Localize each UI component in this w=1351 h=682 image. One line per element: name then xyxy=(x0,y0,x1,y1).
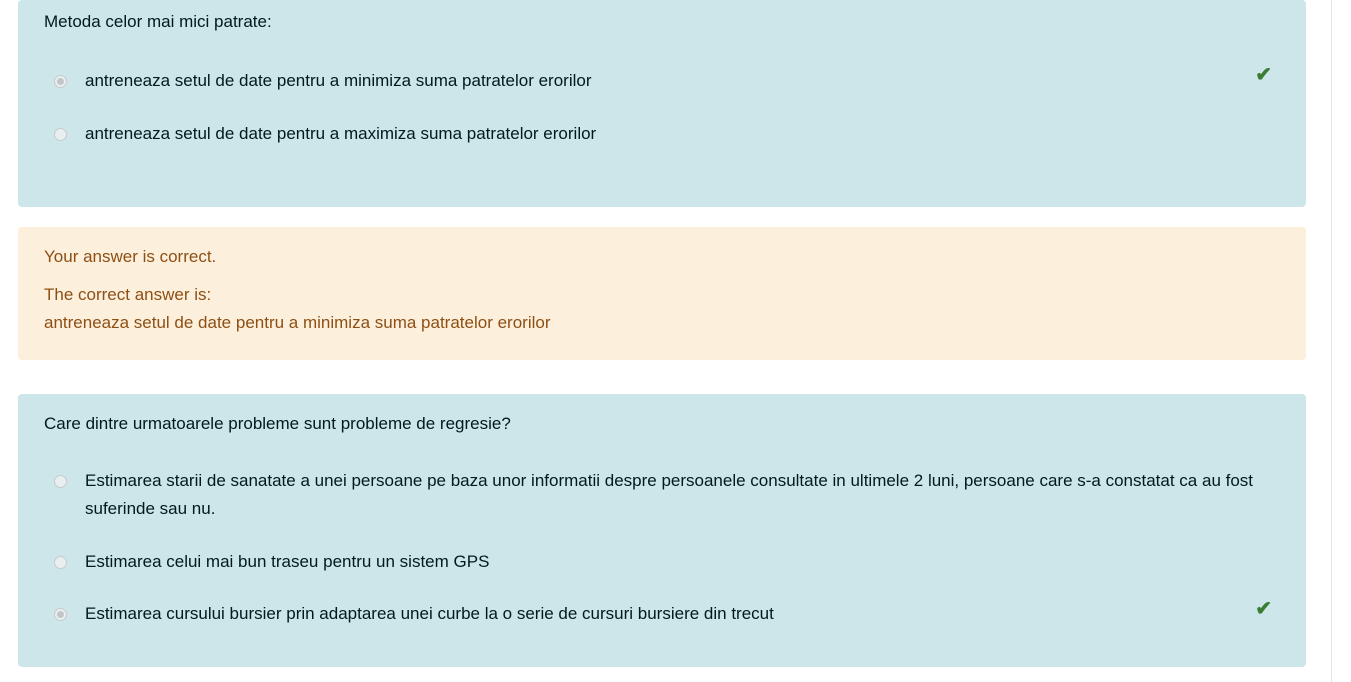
option-label: Estimarea celui mai bun traseu pentru un… xyxy=(85,552,490,571)
option-label: antreneaza setul de date pentru a maximi… xyxy=(85,124,597,143)
radio-button[interactable] xyxy=(54,75,67,88)
check-icon: ✔ xyxy=(1255,598,1272,620)
check-icon: ✔ xyxy=(1255,64,1272,86)
option-label: antreneaza setul de date pentru a minimi… xyxy=(85,71,592,90)
option[interactable]: Estimarea cursului bursier prin adaptare… xyxy=(54,604,1276,628)
question-text: Metoda celor mai mici patrate: xyxy=(44,12,272,31)
option-label: Estimarea starii de sanatate a unei pers… xyxy=(85,471,1254,518)
question-text: Care dintre urmatoarele probleme sunt pr… xyxy=(44,414,511,433)
radio-button[interactable] xyxy=(54,475,67,488)
radio-button[interactable] xyxy=(54,556,67,569)
option[interactable]: Estimarea celui mai bun traseu pentru un… xyxy=(54,552,1276,576)
scrollbar-track xyxy=(1331,0,1332,682)
radio-button[interactable] xyxy=(54,608,67,621)
radio-button[interactable] xyxy=(54,128,67,141)
option[interactable]: Estimarea starii de sanatate a unei pers… xyxy=(54,471,1276,523)
option-label: Estimarea cursului bursier prin adaptare… xyxy=(85,604,774,623)
feedback-status: Your answer is correct. xyxy=(44,247,217,266)
question-1: Metoda celor mai mici patrate: antreneaz… xyxy=(18,0,1306,207)
feedback-box: Your answer is correct. The correct answ… xyxy=(18,227,1306,360)
option[interactable]: antreneaza setul de date pentru a minimi… xyxy=(54,71,1276,95)
question-2: Care dintre urmatoarele probleme sunt pr… xyxy=(18,394,1306,667)
correct-answer: antreneaza setul de date pentru a minimi… xyxy=(44,313,551,332)
correct-answer-label: The correct answer is: xyxy=(44,285,212,304)
option[interactable]: antreneaza setul de date pentru a maximi… xyxy=(54,124,1276,148)
